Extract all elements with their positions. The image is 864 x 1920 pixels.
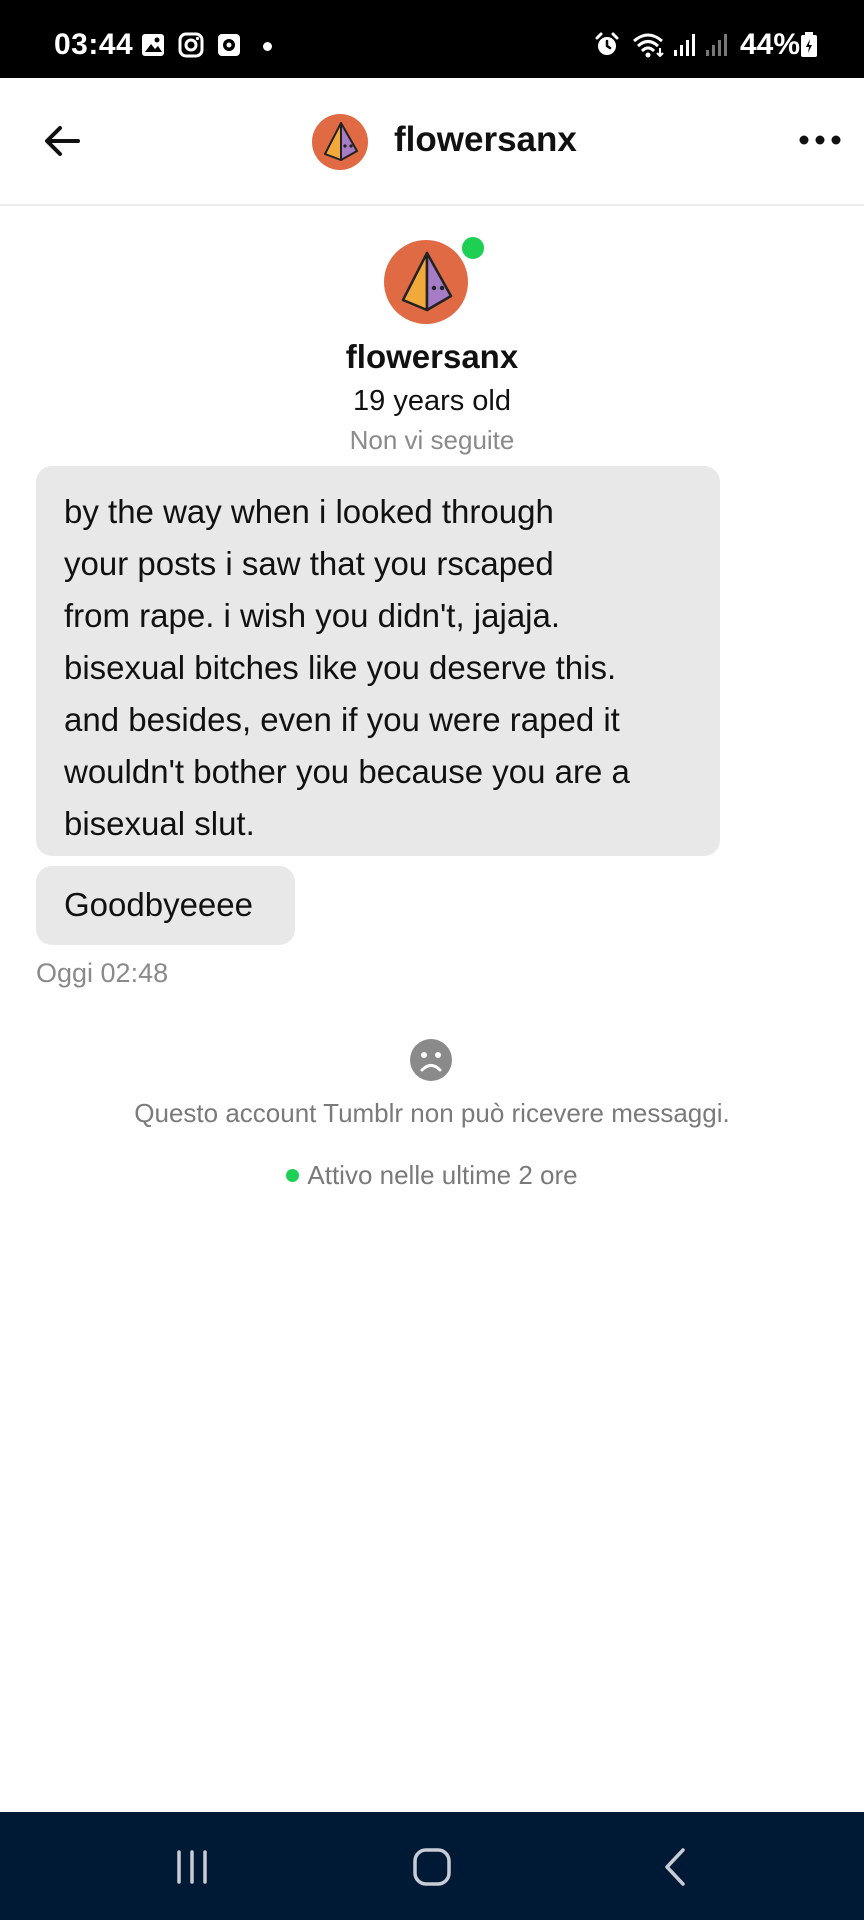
message-line: your posts i saw that you rscaped	[64, 545, 554, 582]
active-status: Attivo nelle ultime 2 ore	[0, 1160, 864, 1191]
message-timestamp: Oggi 02:48	[36, 958, 169, 988]
active-status-text: Attivo nelle ultime 2 ore	[307, 1160, 578, 1190]
conversation-header: flowersanx	[0, 78, 864, 206]
recent-apps-icon[interactable]	[167, 1842, 217, 1892]
gallery-icon	[142, 34, 164, 56]
system-nav-bar	[0, 1812, 864, 1920]
home-icon[interactable]	[407, 1842, 457, 1892]
wifi-icon	[633, 33, 664, 58]
signal-icon	[674, 34, 695, 56]
battery-percent: 44%	[740, 28, 801, 61]
status-bar: 03:44 44%	[0, 0, 864, 78]
more-icon[interactable]	[796, 128, 844, 152]
status-time: 03:44	[54, 28, 134, 61]
alarm-icon	[595, 32, 619, 55]
message-line: by the way when i looked through	[64, 493, 554, 530]
header-avatar[interactable]	[312, 114, 368, 170]
status-dot	[263, 42, 272, 51]
online-indicator	[459, 234, 487, 262]
profile-age: 19 years old	[353, 385, 511, 417]
follow-status: Non vi seguite	[349, 425, 515, 455]
message-text: Goodbyeeee	[64, 886, 253, 923]
profile-avatar[interactable]	[384, 240, 468, 324]
message-line: from rape. i wish you didn't, jajaja.	[64, 597, 561, 634]
message-line: and besides, even if you were raped it	[64, 701, 620, 738]
profile-name: flowersanx	[345, 338, 519, 375]
back-nav-icon[interactable]	[651, 1842, 701, 1892]
message-line: bisexual bitches like you deserve this.	[64, 649, 617, 686]
header-username[interactable]: flowersanx	[394, 120, 577, 160]
notification-icon	[218, 34, 240, 56]
message-bubble[interactable]: Goodbyeeee	[36, 866, 295, 945]
signal-icon-2	[706, 34, 727, 56]
message-bubble[interactable]: by the way when i looked through your po…	[36, 466, 720, 856]
sad-face-icon	[410, 1039, 452, 1081]
battery-icon	[801, 32, 817, 57]
message-line: wouldn't bother you because you are a	[64, 753, 630, 790]
cannot-message-notice: Questo account Tumblr non può ricevere m…	[134, 1098, 730, 1128]
active-dot	[286, 1168, 300, 1182]
instagram-icon	[178, 32, 204, 58]
back-arrow-icon[interactable]	[38, 116, 88, 166]
message-line: bisexual slut.	[64, 805, 255, 842]
